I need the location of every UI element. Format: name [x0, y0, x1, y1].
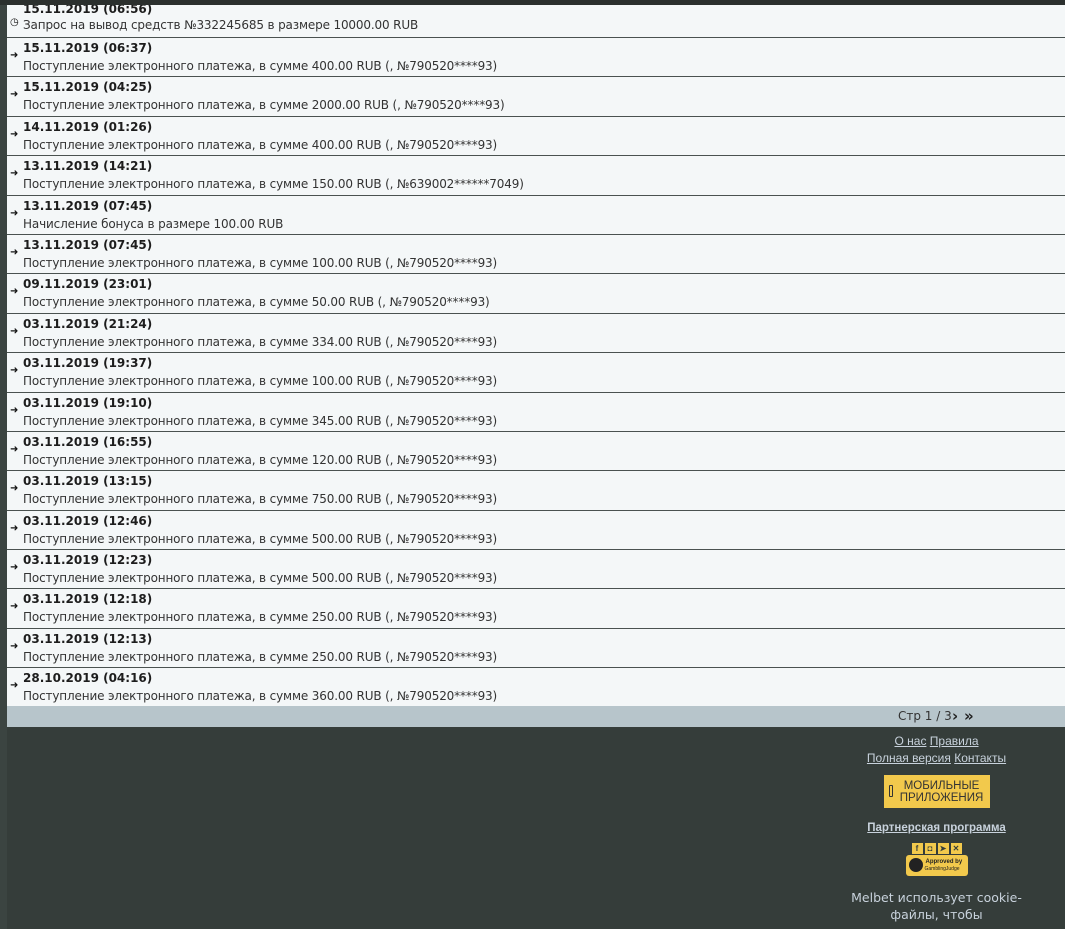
transaction-date: 15.11.2019 (06:37) — [23, 41, 153, 55]
transaction-date: 15.11.2019 (04:25) — [23, 80, 153, 95]
transaction-row: ➜ 03.11.2019 (21:24) Поступление электронн… — [7, 314, 1065, 354]
about-link[interactable]: О нас — [894, 734, 926, 748]
transaction-description: Запрос на вывод средств №332245685 в раз… — [23, 18, 419, 32]
transaction-date: 03.11.2019 (13:15) — [23, 474, 153, 489]
arrow-right-icon: ➜ — [10, 404, 19, 416]
approved-badge[interactable]: Approved by GamblingJudge — [905, 855, 968, 876]
transaction-description: Поступление электронного платежа, в сумм… — [23, 492, 498, 507]
arrow-right-icon: ➜ — [10, 680, 19, 692]
arrow-right-icon: ➜ — [10, 325, 19, 337]
transaction-date: 13.11.2019 (14:21) — [23, 159, 153, 174]
rules-link[interactable]: Правила — [930, 734, 979, 748]
transaction-row: ➜ 03.11.2019 (12:23) Поступление электронн… — [7, 550, 1065, 590]
arrow-right-icon: ➜ — [10, 640, 19, 652]
transaction-description: Поступление электронного платежа, в сумм… — [23, 334, 498, 349]
pagination-bar: Стр 1 / 3 › » — [7, 706, 1065, 727]
footer-links: О нас Правила Полная версия Контакты — [849, 733, 1024, 767]
arrow-right-icon: ➜ — [10, 128, 19, 140]
transaction-date: 03.11.2019 (16:55) — [23, 434, 153, 449]
telegram-icon[interactable]: ➤ — [937, 843, 949, 854]
transaction-description: Поступление электронного платежа, в сумм… — [23, 374, 498, 389]
arrow-right-icon: ➜ — [10, 207, 19, 219]
transaction-description: Поступление электронного платежа, в сумм… — [23, 98, 505, 113]
partner-program-link[interactable]: Партнерская программа — [849, 822, 1024, 834]
transaction-row: ➜ 03.11.2019 (12:18) Поступление электронн… — [7, 589, 1065, 629]
transaction-list: ◷ 15.11.2019 (06:56) Запрос на вывод средс… — [7, 5, 1065, 708]
arrow-right-icon: ➜ — [10, 562, 19, 574]
transaction-date: 03.11.2019 (12:18) — [23, 592, 153, 607]
transaction-date: 15.11.2019 (06:56) — [23, 5, 153, 16]
social-icons: f ◘ ➤ ✕ — [849, 838, 1024, 854]
transaction-date: 14.11.2019 (01:26) — [23, 119, 153, 134]
transaction-row: ➜ 03.11.2019 (16:55) Поступление электронн… — [7, 432, 1065, 472]
transaction-date: 03.11.2019 (21:24) — [23, 316, 153, 331]
arrow-right-icon: ➜ — [10, 443, 19, 455]
approved-label: Approved by — [925, 859, 963, 865]
transaction-description: Поступление электронного платежа, в сумм… — [23, 452, 498, 467]
transaction-row: ➜ 03.11.2019 (19:10) Поступление электронн… — [7, 393, 1065, 432]
transaction-date: 03.11.2019 (19:10) — [23, 395, 153, 410]
transaction-row: ➜ 13.11.2019 (07:45) Поступление электронн… — [7, 235, 1065, 275]
transaction-description: Поступление электронного платежа, в сумм… — [23, 59, 498, 73]
transaction-description: Поступление электронного платежа, в сумм… — [23, 137, 498, 152]
transaction-row: ➜ 03.11.2019 (12:46) Поступление электронн… — [7, 511, 1065, 551]
transaction-date: 03.11.2019 (12:23) — [23, 553, 153, 568]
transaction-date: 03.11.2019 (19:37) — [23, 356, 153, 371]
footer: О нас Правила Полная версия Контакты МОБ… — [849, 733, 1024, 929]
transaction-description: Поступление электронного платежа, в сумм… — [23, 571, 498, 586]
transaction-description: Начисление бонуса в размере 100.00 RUB — [23, 216, 284, 231]
facebook-icon[interactable]: f — [911, 843, 923, 854]
transaction-description: Поступление электронного платежа, в сумм… — [23, 649, 498, 664]
transaction-row: ➜ 15.11.2019 (04:25) Поступление электронн… — [7, 77, 1065, 117]
transaction-row: ➜ 15.11.2019 (06:37) Поступление электронн… — [7, 38, 1065, 78]
transaction-row: ➜ 09.11.2019 (23:01) Поступление электронн… — [7, 274, 1065, 314]
mobile-apps-label-2: ПРИЛОЖЕНИЯ — [899, 792, 984, 804]
cookie-notice: Melbet использует cookie-файлы, чтобы га… — [851, 890, 1022, 929]
contacts-link[interactable]: Контакты — [954, 751, 1006, 765]
transaction-date: 13.11.2019 (07:45) — [23, 198, 153, 213]
mobile-apps-label-1: МОБИЛЬНЫЕ — [903, 780, 980, 792]
transaction-date: 13.11.2019 (07:45) — [23, 237, 153, 252]
transaction-row: ➜ 13.11.2019 (14:21) Поступление электронн… — [7, 156, 1065, 196]
transaction-date: 09.11.2019 (23:01) — [23, 277, 153, 292]
transaction-date: 03.11.2019 (12:46) — [23, 513, 153, 528]
transaction-description: Поступление электронного платежа, в сумм… — [23, 531, 498, 546]
transaction-row: ➜ 03.11.2019 (19:37) Поступление электронн… — [7, 353, 1065, 393]
approved-brand: GamblingJudge — [924, 866, 960, 872]
arrow-right-icon: ➜ — [10, 50, 19, 61]
transaction-description: Поступление электронного платежа, в сумм… — [23, 689, 498, 704]
transaction-row: ➜ 03.11.2019 (13:15) Поступление электронн… — [7, 471, 1065, 511]
transaction-description: Поступление электронного платежа, в сумм… — [23, 255, 498, 270]
arrow-right-icon: ➜ — [10, 89, 19, 101]
transaction-row: ➜ 28.10.2019 (04:16) Поступление электронн… — [7, 668, 1065, 708]
page-indicator: Стр 1 / 3 — [898, 709, 952, 723]
transaction-description: Поступление электронного платежа, в сумм… — [23, 413, 498, 428]
arrow-right-icon: ➜ — [10, 483, 19, 495]
left-strip — [0, 5, 7, 929]
transaction-row: ➜ 03.11.2019 (12:13) Поступление электронн… — [7, 629, 1065, 669]
instagram-icon[interactable]: ◘ — [924, 843, 936, 854]
vk-icon[interactable]: ✕ — [950, 843, 962, 854]
arrow-right-icon: ➜ — [10, 286, 19, 298]
arrow-right-icon: ➜ — [10, 365, 19, 377]
transaction-date: 03.11.2019 (12:13) — [23, 631, 153, 646]
phone-icon — [888, 785, 893, 797]
arrow-right-icon: ➜ — [10, 522, 19, 534]
transaction-row: ➜ 13.11.2019 (07:45) Начисление бонуса в р… — [7, 196, 1065, 235]
chevron-right-icon[interactable]: › — [952, 707, 958, 725]
clock-icon: ◷ — [10, 17, 19, 28]
full-version-link[interactable]: Полная версия — [867, 751, 951, 765]
transaction-row: ◷ 15.11.2019 (06:56) Запрос на вывод средс… — [7, 5, 1065, 38]
transaction-description: Поступление электронного платежа, в сумм… — [23, 177, 524, 192]
double-chevron-right-icon[interactable]: » — [964, 707, 974, 725]
arrow-right-icon: ➜ — [10, 601, 19, 613]
gambling-judge-logo-icon — [908, 858, 923, 872]
transaction-row: ➜ 14.11.2019 (01:26) Поступление электронн… — [7, 117, 1065, 157]
mobile-apps-button[interactable]: МОБИЛЬНЫЕ ПРИЛОЖЕНИЯ — [883, 775, 990, 808]
transaction-description: Поступление электронного платежа, в сумм… — [23, 295, 490, 310]
arrow-right-icon: ➜ — [10, 168, 19, 180]
transaction-date: 28.10.2019 (04:16) — [23, 671, 153, 686]
arrow-right-icon: ➜ — [10, 246, 19, 258]
transaction-description: Поступление электронного платежа, в сумм… — [23, 610, 498, 625]
